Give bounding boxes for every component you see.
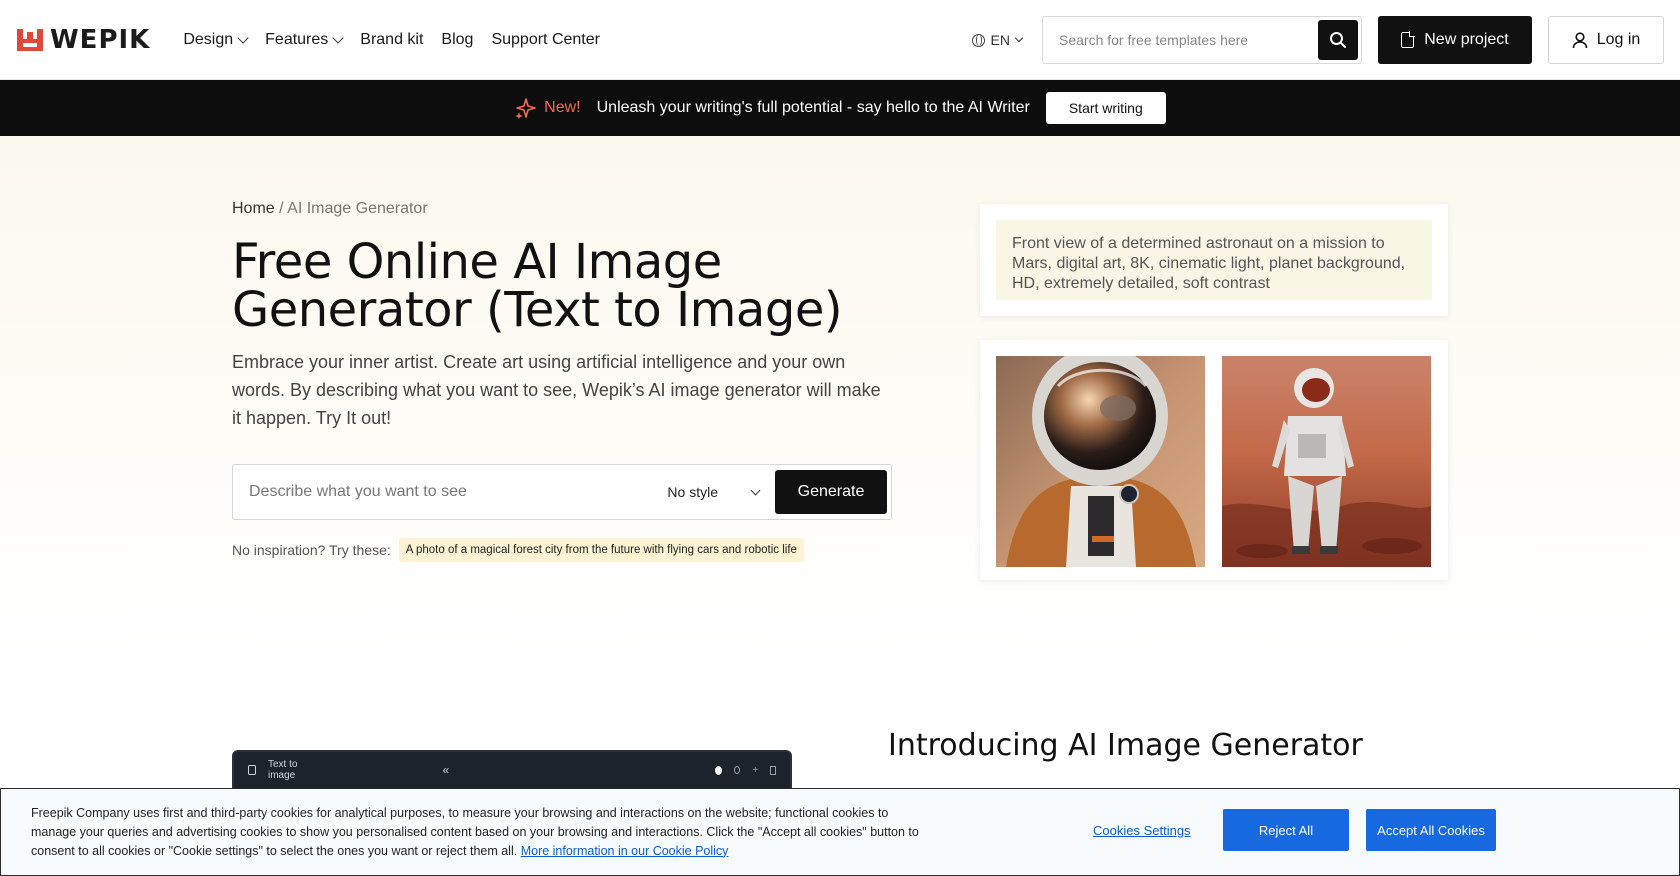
hero-description: Embrace your inner artist. Create art us… [232, 352, 881, 428]
nav-blog[interactable]: Blog [432, 0, 482, 80]
collapse-icon: « [442, 763, 450, 777]
example-prompt-text: Front view of a determined astronaut on … [996, 220, 1432, 300]
new-project-label: New project [1424, 31, 1509, 48]
templates-icon [248, 765, 256, 775]
site-header: WEPIK Design Features Brand kit Blog Sup… [0, 0, 1680, 80]
cookie-text: Freepik Company uses first and third-par… [31, 804, 931, 861]
wepik-logo[interactable]: WEPIK [16, 25, 150, 55]
chevron-down-icon [1014, 33, 1024, 43]
logo-text: WEPIK [50, 24, 151, 55]
prompt-generator-form: No style Generate [232, 464, 892, 520]
toolbar-plus-icon: + [752, 764, 759, 776]
search-button[interactable] [1318, 20, 1358, 60]
nav-support-label: Support Center [491, 30, 600, 48]
nav-features[interactable]: Features [256, 0, 351, 80]
page-title: Free Online AI Image Generator (Text to … [232, 234, 843, 338]
astronaut-on-mars-image [1222, 356, 1431, 567]
intro-title: Introducing AI Image Generator [888, 728, 1363, 763]
cookie-settings-link[interactable]: Cookies Settings [1093, 823, 1221, 838]
hero-section: Home / AI Image Generator Free Online AI… [0, 136, 1680, 656]
promo-banner: New! Unleash your writing's full potenti… [0, 80, 1680, 136]
nav-design[interactable]: Design [174, 0, 256, 80]
preview-panel-title: Text to image [267, 759, 298, 781]
document-icon [1401, 31, 1416, 48]
breadcrumb: Home / AI Image Generator [232, 200, 428, 218]
inspiration-label: No inspiration? Try these: [232, 542, 391, 558]
nav-brand-kit-label: Brand kit [360, 30, 424, 48]
cookie-policy-link[interactable]: More information in our Cookie Policy [521, 844, 729, 858]
template-search [1042, 16, 1362, 64]
cookie-message: Freepik Company uses first and third-par… [31, 805, 919, 858]
inspiration-row: No inspiration? Try these: A photo of a … [232, 538, 804, 562]
nav-support-center[interactable]: Support Center [482, 0, 609, 80]
cookie-actions: Cookies Settings Reject All Accept All C… [1093, 809, 1496, 851]
new-project-button[interactable]: New project [1378, 16, 1532, 64]
login-label: Log in [1596, 31, 1641, 48]
astronaut-closeup-image [996, 356, 1205, 567]
example-prompt-card: Front view of a determined astronaut on … [980, 204, 1448, 316]
start-writing-button[interactable]: Start writing [1045, 92, 1166, 124]
search-input[interactable] [1059, 32, 1318, 48]
nav-features-label: Features [265, 30, 329, 48]
preview-toolbar: Text to image « + [234, 752, 790, 788]
toolbar-dot-icon [715, 765, 722, 775]
generate-button[interactable]: Generate [775, 470, 887, 514]
chevron-down-icon [237, 31, 249, 44]
breadcrumb-separator: / [274, 200, 288, 217]
nav-blog-label: Blog [441, 30, 474, 48]
language-selector[interactable]: EN [971, 32, 1024, 48]
breadcrumb-current: AI Image Generator [287, 200, 428, 217]
sparkle-icon [515, 98, 536, 119]
style-value: No style [667, 484, 718, 500]
cookie-banner: Freepik Company uses first and third-par… [0, 788, 1680, 876]
search-icon [1330, 32, 1346, 48]
main-nav: Design Features Brand kit Blog Support C… [174, 0, 609, 80]
toolbar-trash-icon [770, 765, 776, 775]
login-button[interactable]: Log in [1548, 16, 1664, 64]
accept-all-cookies-button[interactable]: Accept All Cookies [1366, 809, 1496, 851]
toolbar-circle-icon [733, 766, 741, 774]
globe-icon [971, 33, 985, 47]
chevron-down-icon [750, 485, 761, 495]
user-icon [1572, 31, 1588, 48]
inspiration-chip[interactable]: A photo of a magical forest city from th… [398, 538, 804, 562]
prompt-input[interactable] [249, 483, 668, 501]
nav-brand-kit[interactable]: Brand kit [351, 0, 432, 80]
language-label: EN [990, 32, 1010, 48]
wepik-logo-icon [17, 28, 43, 51]
promo-new-badge: New! [544, 99, 581, 116]
nav-design-label: Design [183, 30, 234, 48]
reject-all-button[interactable]: Reject All [1223, 809, 1349, 851]
breadcrumb-home[interactable]: Home [232, 200, 275, 217]
promo-text: Unleash your writing's full potential - … [596, 99, 1030, 116]
header-actions: EN New project Log in [971, 16, 1664, 64]
example-images-card [980, 340, 1448, 580]
style-dropdown[interactable]: No style [667, 484, 761, 500]
chevron-down-icon [332, 31, 344, 44]
